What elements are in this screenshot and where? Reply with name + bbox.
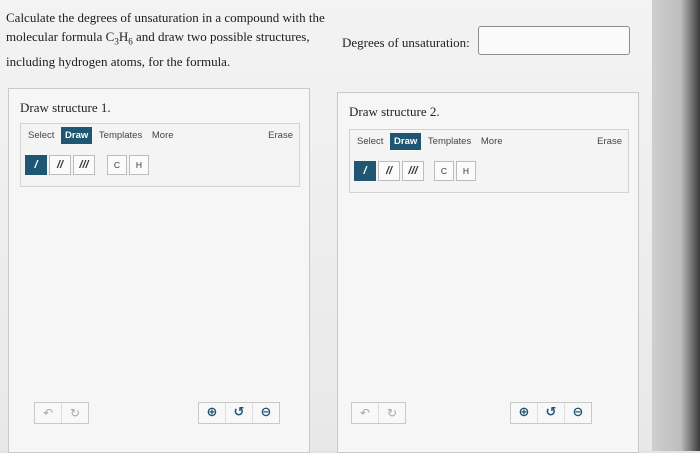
tab-draw[interactable]: Draw [61,127,93,144]
zoom-in-icon[interactable]: ⊕ [199,403,225,423]
erase-button[interactable]: Erase [268,130,293,141]
draw-structure-2-panel: Draw structure 2. Select Draw Templates … [337,92,639,453]
question-text: Calculate the degrees of unsaturation in… [6,8,326,71]
triple-bond-button[interactable]: /// [402,161,424,181]
drawing-toolbar: Select Draw Templates More Erase / // //… [349,129,629,193]
tab-templates[interactable]: Templates [425,133,474,150]
tab-more[interactable]: More [478,133,506,150]
zoom-in-icon[interactable]: ⊕ [511,403,537,423]
hydrogen-atom-button[interactable]: H [129,155,149,175]
toolbar-tabs: Select Draw Templates More Erase [25,127,295,147]
formula-prefix: molecular formula C [6,29,115,44]
double-bond-button[interactable]: // [378,161,400,181]
triple-bond-button[interactable]: /// [73,155,95,175]
draw-tools: / // /// C H [354,161,624,183]
undo-icon[interactable]: ↶ [352,403,378,423]
degrees-of-unsaturation-label: Degrees of unsaturation: [342,35,470,50]
degrees-of-unsaturation-input[interactable] [478,26,630,55]
zoom-group: ⊕ ↺ ⊖ [198,402,280,424]
toolbar-tabs: Select Draw Templates More Erase [354,133,624,153]
carbon-atom-button[interactable]: C [434,161,454,181]
question-line-2: molecular formula C3H6 and draw two poss… [6,27,326,52]
reset-zoom-icon[interactable]: ↺ [537,403,564,423]
tab-select[interactable]: Select [354,133,386,150]
canvas-controls: ↶ ↻ ⊕ ↺ ⊖ [338,402,638,426]
question-page: Calculate the degrees of unsaturation in… [0,0,652,453]
canvas-controls: ↶ ↻ ⊕ ↺ ⊖ [9,402,309,426]
draw-tools: / // /// C H [25,155,295,177]
draw-structure-1-panel: Draw structure 1. Select Draw Templates … [8,88,310,453]
redo-icon[interactable]: ↻ [61,403,88,423]
drawing-toolbar: Select Draw Templates More Erase / // //… [20,123,300,187]
tab-templates[interactable]: Templates [96,127,145,144]
undo-redo-group: ↶ ↻ [34,402,89,424]
tab-draw[interactable]: Draw [390,133,422,150]
redo-icon[interactable]: ↻ [378,403,405,423]
hydrogen-atom-button[interactable]: H [456,161,476,181]
erase-button[interactable]: Erase [597,136,622,147]
undo-icon[interactable]: ↶ [35,403,61,423]
zoom-out-icon[interactable]: ⊖ [252,403,279,423]
zoom-group: ⊕ ↺ ⊖ [510,402,592,424]
window-edge [652,0,700,451]
single-bond-button[interactable]: / [25,155,47,175]
panel-title: Draw structure 1. [20,100,111,115]
question-line-3: including hydrogen atoms, for the formul… [6,53,231,69]
tab-more[interactable]: More [149,127,177,144]
panel-title: Draw structure 2. [349,104,440,119]
single-bond-button[interactable]: / [354,161,376,181]
hydrogen-symbol: H [118,29,129,44]
carbon-atom-button[interactable]: C [107,155,127,175]
undo-redo-group: ↶ ↻ [351,402,406,424]
tab-select[interactable]: Select [25,127,57,144]
reset-zoom-icon[interactable]: ↺ [225,403,252,423]
zoom-out-icon[interactable]: ⊖ [564,403,591,423]
double-bond-button[interactable]: // [49,155,71,175]
question-line-1: Calculate the degrees of unsaturation in… [6,10,325,25]
formula-suffix: and draw two possible structures, [132,29,310,44]
